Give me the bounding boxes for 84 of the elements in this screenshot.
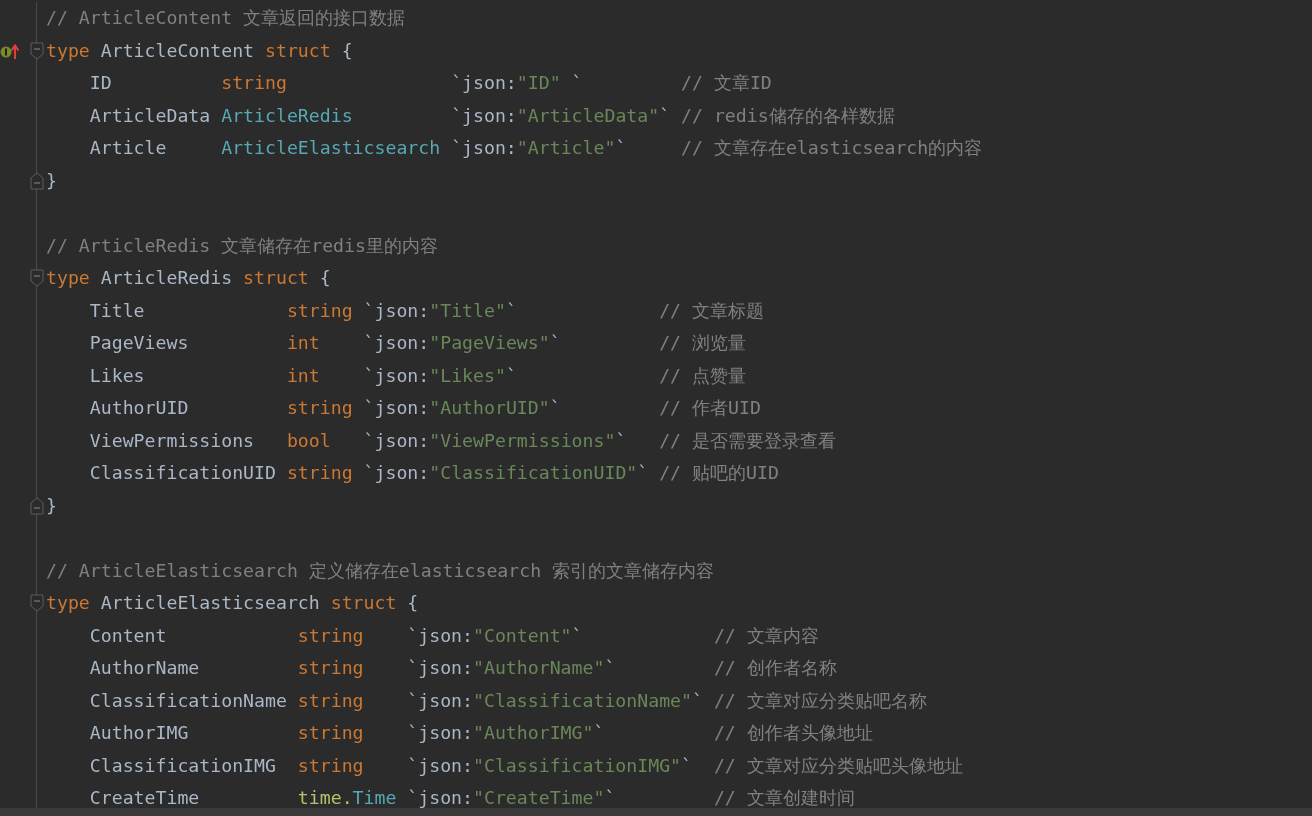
code-comment: // 文章对应分类贴吧名称	[713, 690, 927, 711]
code-comment: // 文章存在elasticsearch的内容	[681, 138, 983, 159]
keyword: struct	[330, 593, 397, 614]
type-name: time.Time	[297, 787, 397, 808]
code-comment: // 点赞量	[659, 365, 747, 386]
field-name: AuthorUID	[89, 397, 189, 419]
type-name: string	[297, 657, 364, 679]
code-comment: // 创作者名称	[713, 658, 837, 679]
type-name: string	[297, 689, 364, 711]
brace: {	[341, 40, 353, 61]
brace: {	[319, 268, 331, 289]
fold-icon[interactable]	[30, 171, 44, 190]
type-name: string	[286, 397, 353, 419]
brace: }	[46, 170, 57, 191]
field-name: ID	[89, 72, 112, 94]
brace: }	[46, 495, 57, 516]
struct-tag: `json:"Article"`	[451, 137, 627, 159]
code-comment: // 文章内容	[713, 625, 819, 646]
struct-tag: `json:"ClassificationUID"`	[363, 462, 649, 484]
type-name: string	[286, 462, 353, 484]
struct-tag: `json:"CreateTime"`	[407, 787, 616, 808]
struct-tag: `json:"PageViews"`	[363, 332, 561, 354]
field-name: AuthorName	[89, 657, 200, 679]
code-comment: // 文章标题	[659, 300, 765, 321]
struct-tag: `json:"ClassificationIMG"`	[407, 754, 692, 776]
type-name: string	[297, 624, 364, 646]
type-name: ArticleRedis	[221, 104, 353, 126]
code-comment: // 浏览量	[659, 333, 747, 354]
code-comment: // ArticleContent 文章返回的接口数据	[46, 8, 406, 29]
struct-tag: `json:"AuthorName"`	[407, 657, 616, 679]
struct-tag: `json:"Title"`	[363, 299, 517, 321]
fold-icon[interactable]	[30, 496, 44, 515]
fold-icon[interactable]	[30, 269, 44, 288]
fold-icon[interactable]	[30, 594, 44, 613]
code-comment: // 文章ID	[681, 73, 772, 94]
field-name: ClassificationName	[89, 689, 287, 711]
field-name: Content	[89, 624, 167, 646]
field-name: AuthorIMG	[89, 722, 189, 744]
field-name: ArticleData	[89, 104, 211, 126]
struct-tag: `json:"AuthorUID"`	[363, 397, 561, 419]
type-name: ArticleContent	[100, 40, 255, 61]
field-name: Likes	[89, 364, 145, 386]
brace: {	[407, 593, 419, 614]
implemented-interface-icon[interactable]	[0, 41, 20, 60]
horizontal-scrollbar-track[interactable]	[0, 808, 1312, 816]
code-comment: // 文章创建时间	[713, 788, 855, 808]
code-comment: // redis储存的各样数据	[681, 105, 895, 126]
code-comment: // 创作者头像地址	[713, 723, 873, 744]
struct-tag: `json:"ID" `	[451, 72, 583, 94]
code-comment: // 作者UID	[659, 398, 761, 419]
fold-icon[interactable]	[30, 41, 44, 60]
field-name: CreateTime	[89, 787, 200, 808]
keyword: struct	[265, 40, 331, 61]
field-name: ClassificationUID	[89, 462, 276, 484]
type-name: ArticleElasticsearch	[100, 593, 320, 614]
struct-tag: `json:"ClassificationName"`	[407, 689, 703, 711]
code-comment: // 贴吧的UID	[659, 463, 779, 484]
type-name: int	[286, 332, 320, 354]
code-comment: // 是否需要登录查看	[659, 430, 837, 451]
type-name: bool	[286, 429, 331, 451]
type-name: int	[286, 364, 320, 386]
type-name: string	[297, 754, 364, 776]
struct-tag: `json:"ViewPermissions"`	[363, 429, 627, 451]
field-name: Title	[89, 299, 145, 321]
struct-tag: `json:"Content"`	[407, 624, 583, 646]
keyword: type	[46, 268, 90, 289]
type-name: string	[221, 72, 287, 94]
keyword: type	[46, 40, 90, 61]
type-name: string	[286, 299, 353, 321]
field-name: ViewPermissions	[89, 429, 255, 451]
field-name: ClassificationIMG	[89, 754, 276, 776]
type-name: ArticleElasticsearch	[221, 137, 441, 159]
struct-tag: `json:"ArticleData"`	[451, 104, 671, 126]
type-name: ArticleRedis	[100, 268, 233, 289]
keyword: type	[46, 593, 90, 614]
code-comment: // 文章对应分类贴吧头像地址	[713, 755, 963, 776]
struct-tag: `json:"Likes"`	[363, 364, 517, 386]
field-name: Article	[89, 137, 167, 159]
struct-tag: `json:"AuthorIMG"`	[407, 722, 605, 744]
code-comment: // ArticleRedis 文章储存在redis里的内容	[46, 235, 438, 256]
code-comment: // ArticleElasticsearch 定义储存在elasticsearch 索引的文章储存内容	[46, 560, 715, 581]
keyword: struct	[243, 268, 309, 289]
field-name: PageViews	[89, 332, 189, 354]
type-name: string	[297, 722, 364, 744]
